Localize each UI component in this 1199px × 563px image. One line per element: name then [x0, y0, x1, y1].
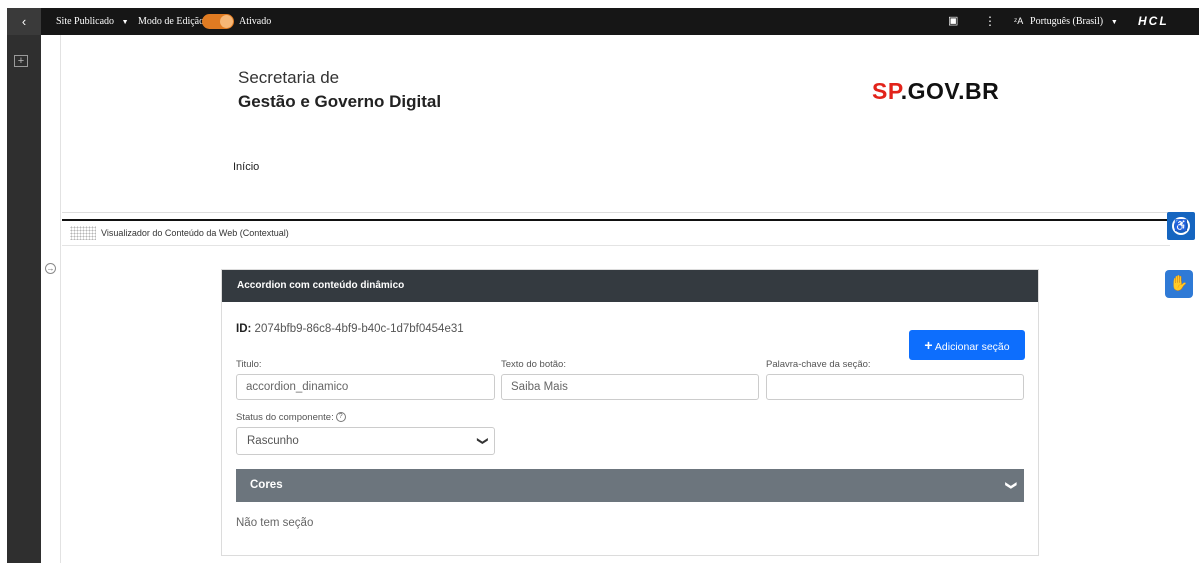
more-options-icon[interactable]: ⋮ [984, 8, 996, 35]
portlet-title: Visualizador do Conteúdo da Web (Context… [101, 228, 289, 238]
divider [62, 245, 1170, 246]
sp-gov-logo[interactable]: SP.GOV.BR [872, 78, 999, 105]
button-text-input[interactable] [501, 374, 759, 400]
colors-accordion-header[interactable]: Cores ❯ [236, 469, 1024, 502]
empty-sections-message: Não tem seção [236, 517, 314, 529]
status-field-label: Status do componente:? [236, 412, 346, 423]
caret-down-icon: ▼ [1110, 19, 1118, 26]
hcl-logo: HCL [1138, 14, 1169, 28]
keyword-input[interactable] [766, 374, 1024, 400]
component-id: ID: 2074bfb9-86c8-4bf9-b40c-1d7bf0454e31 [236, 323, 464, 335]
title-input[interactable] [236, 374, 495, 400]
accessibility-icon: ♿ [1172, 217, 1190, 235]
help-icon[interactable]: ? [335, 412, 346, 423]
keyword-field-label: Palavra-chave da seção: [766, 359, 871, 370]
left-panel-strip: → [41, 35, 61, 563]
back-button[interactable]: ‹ [7, 8, 41, 35]
drag-handle-icon[interactable] [70, 226, 96, 240]
site-status-dropdown[interactable]: Site Publicado ▼ [56, 8, 129, 35]
portlet-top-border [62, 219, 1170, 221]
edit-mode-state: Ativado [239, 16, 272, 27]
caret-down-icon: ▼ [121, 18, 129, 26]
expand-panel-icon[interactable]: → [45, 263, 56, 274]
chevron-down-icon: ❯ [476, 436, 489, 446]
accessibility-button[interactable]: ♿ [1167, 212, 1195, 240]
language-selector[interactable]: ᶻA Português (Brasil) ▼ [1014, 8, 1118, 35]
divider [62, 212, 1170, 213]
add-content-icon[interactable]: + [14, 55, 28, 67]
window-frame-left [0, 0, 7, 563]
toggle-knob [220, 15, 233, 28]
header-title-line2: Gestão e Governo Digital [238, 92, 442, 111]
nav-home-link[interactable]: Início [233, 161, 259, 173]
chevron-down-icon: ❯ [1004, 480, 1017, 491]
edit-mode-toggle[interactable] [202, 14, 234, 29]
plus-icon: + [924, 337, 933, 353]
left-toolbar: + [7, 35, 41, 563]
add-section-button[interactable]: + Adicionar seção [909, 330, 1025, 360]
accordion-editor-card: Accordion com conteúdo dinâmico ID: 2074… [221, 269, 1039, 556]
translate-icon: ᶻA [1014, 16, 1024, 26]
title-field-label: Titulo: [236, 359, 262, 370]
card-header-title: Accordion com conteúdo dinâmico [222, 270, 1038, 302]
chevron-left-icon: ‹ [21, 14, 27, 29]
sign-language-button[interactable]: ✋ [1165, 270, 1193, 298]
header-title-line1: Secretaria de [238, 68, 340, 87]
page-settings-icon[interactable]: ▣ [948, 8, 958, 35]
button-text-field-label: Texto do botão: [501, 359, 566, 370]
status-select[interactable]: Rascunho ❯ [236, 427, 495, 455]
hands-icon: ✋ [1169, 275, 1189, 292]
edit-toolbar: ‹ Site Publicado ▼ Modo de Edição: Ativa… [7, 8, 1199, 35]
edit-mode-label: Modo de Edição: [138, 16, 207, 27]
window-frame-top [0, 0, 1199, 8]
